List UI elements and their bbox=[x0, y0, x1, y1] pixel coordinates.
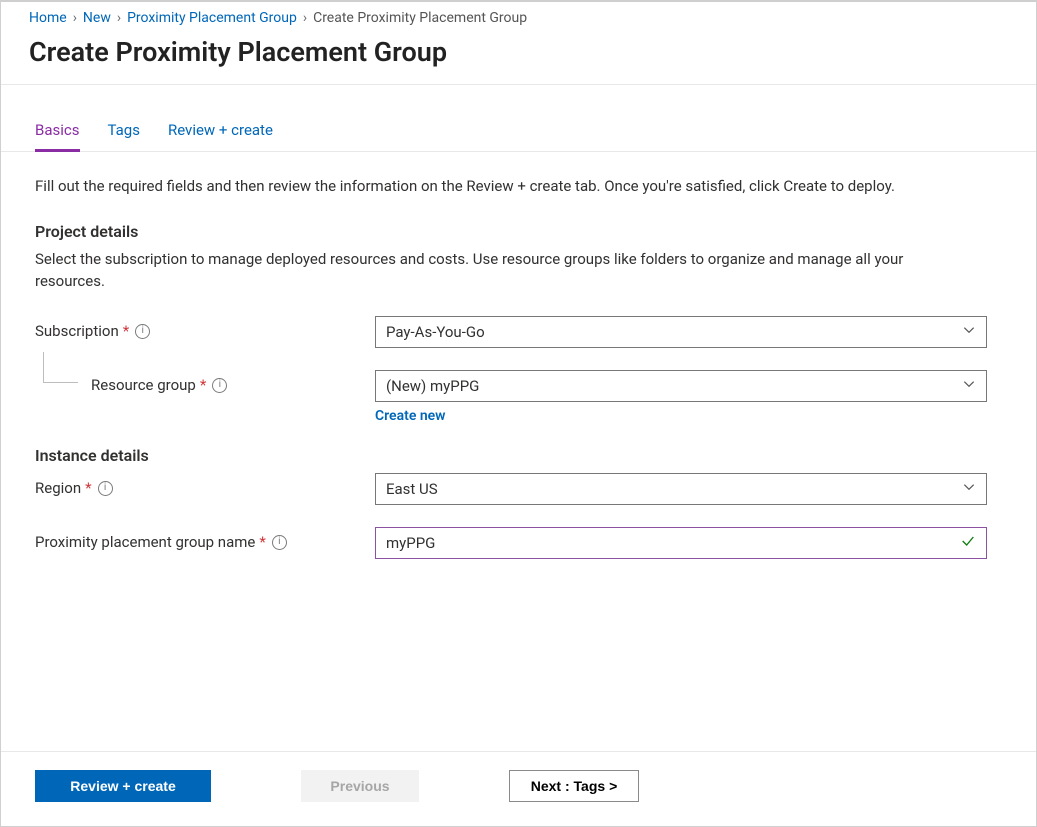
review-create-button[interactable]: Review + create bbox=[35, 770, 211, 802]
section-text-project-details: Select the subscription to manage deploy… bbox=[35, 249, 955, 293]
region-select[interactable]: East US bbox=[375, 473, 987, 505]
chevron-right-icon: › bbox=[303, 10, 307, 26]
row-subscription: Subscription * i Pay-As-You-Go bbox=[35, 316, 1002, 348]
chevron-down-icon bbox=[962, 480, 976, 498]
chevron-right-icon: › bbox=[73, 10, 77, 26]
info-icon[interactable]: i bbox=[135, 324, 150, 339]
info-icon[interactable]: i bbox=[272, 535, 287, 550]
tab-review-create[interactable]: Review + create bbox=[168, 121, 273, 152]
label-region: Region * i bbox=[35, 473, 375, 497]
row-region: Region * i East US bbox=[35, 473, 1002, 505]
create-new-link[interactable]: Create new bbox=[375, 408, 446, 424]
content-area: Fill out the required fields and then re… bbox=[1, 152, 1036, 751]
region-value: East US bbox=[386, 480, 438, 498]
required-asterisk: * bbox=[85, 479, 91, 497]
required-asterisk: * bbox=[259, 533, 265, 551]
row-resource-group: Resource group * i (New) myPPG Create ne… bbox=[35, 370, 1002, 424]
breadcrumb: Home › New › Proximity Placement Group ›… bbox=[1, 2, 1036, 30]
label-subscription-text: Subscription bbox=[35, 322, 119, 340]
label-resource-group-text: Resource group bbox=[91, 376, 196, 394]
intro-text: Fill out the required fields and then re… bbox=[35, 176, 955, 198]
label-ppg-name-text: Proximity placement group name bbox=[35, 533, 255, 551]
section-heading-project-details: Project details bbox=[35, 222, 1002, 241]
chevron-down-icon bbox=[962, 377, 976, 395]
tab-basics[interactable]: Basics bbox=[35, 121, 80, 152]
footer-bar: Review + create Previous Next : Tags > bbox=[1, 751, 1036, 826]
title-row: Create Proximity Placement Group bbox=[1, 30, 1036, 85]
info-icon[interactable]: i bbox=[212, 378, 227, 393]
label-resource-group: Resource group * i bbox=[35, 370, 375, 394]
breadcrumb-link-ppg[interactable]: Proximity Placement Group bbox=[127, 10, 297, 26]
breadcrumb-link-new[interactable]: New bbox=[83, 10, 111, 26]
label-ppg-name: Proximity placement group name * i bbox=[35, 527, 375, 551]
page-title: Create Proximity Placement Group bbox=[29, 36, 1012, 68]
resource-group-select[interactable]: (New) myPPG bbox=[375, 370, 987, 402]
subscription-value: Pay-As-You-Go bbox=[386, 323, 485, 341]
section-heading-instance-details: Instance details bbox=[35, 446, 1002, 465]
breadcrumb-current: Create Proximity Placement Group bbox=[313, 10, 527, 26]
info-icon[interactable]: i bbox=[98, 481, 113, 496]
required-asterisk: * bbox=[200, 376, 206, 394]
breadcrumb-link-home[interactable]: Home bbox=[29, 10, 67, 26]
resource-group-value: (New) myPPG bbox=[386, 377, 479, 395]
chevron-down-icon bbox=[962, 323, 976, 341]
label-subscription: Subscription * i bbox=[35, 316, 375, 340]
page-frame: Home › New › Proximity Placement Group ›… bbox=[0, 0, 1037, 827]
row-ppg-name: Proximity placement group name * i myPPG bbox=[35, 527, 1002, 559]
next-button[interactable]: Next : Tags > bbox=[509, 770, 639, 802]
tab-bar: Basics Tags Review + create bbox=[1, 121, 1036, 152]
ppg-name-input[interactable]: myPPG bbox=[375, 527, 987, 559]
label-region-text: Region bbox=[35, 479, 81, 497]
checkmark-icon bbox=[960, 533, 976, 553]
ppg-name-value: myPPG bbox=[386, 534, 435, 552]
chevron-right-icon: › bbox=[117, 10, 121, 26]
subscription-select[interactable]: Pay-As-You-Go bbox=[375, 316, 987, 348]
required-asterisk: * bbox=[123, 322, 129, 340]
tab-tags[interactable]: Tags bbox=[108, 121, 140, 152]
previous-button: Previous bbox=[301, 770, 419, 802]
